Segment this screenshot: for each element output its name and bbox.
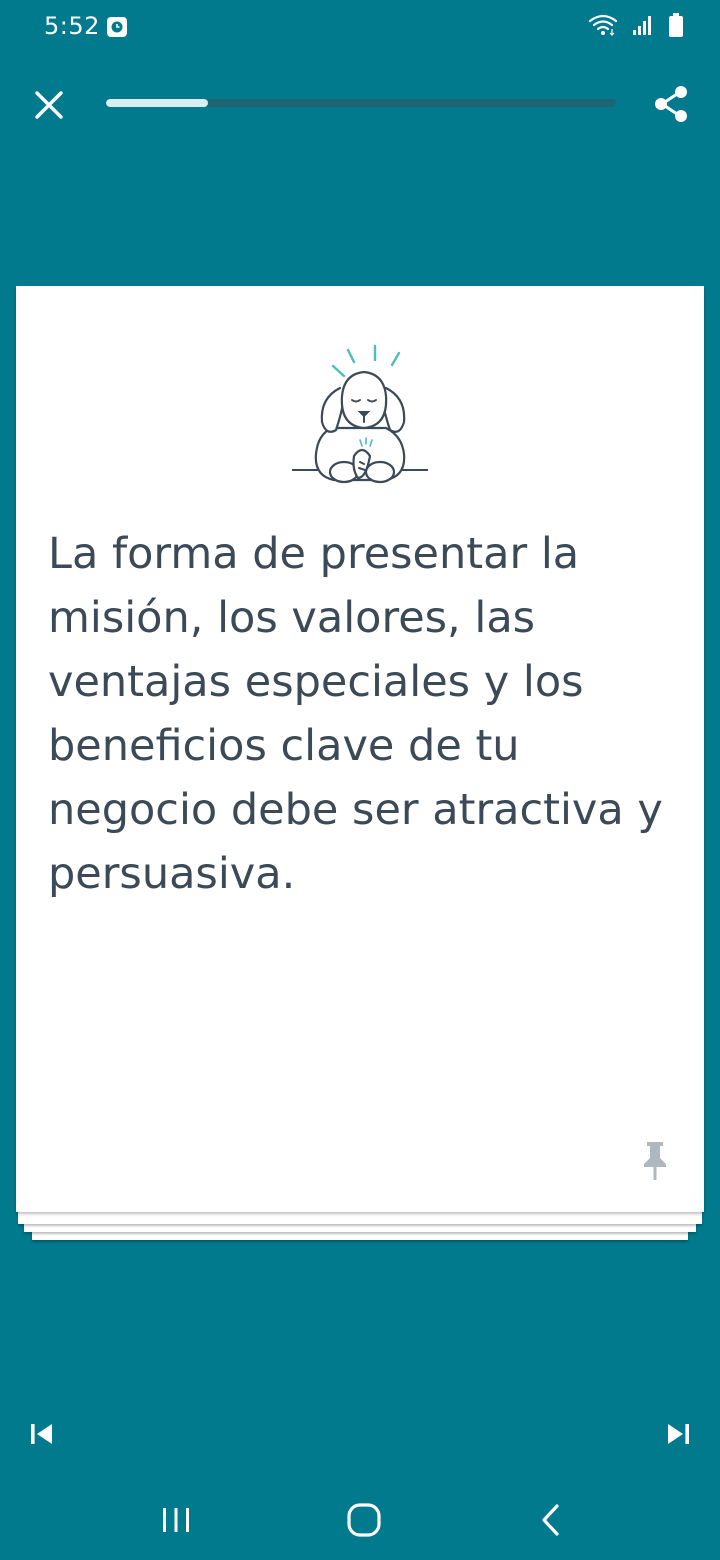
skip-previous-icon [31,1424,52,1444]
lesson-toolbar [0,70,720,138]
close-button[interactable] [30,86,68,124]
share-icon [655,86,687,122]
card-text: La forma de presentar la misión, los val… [48,529,663,899]
progress-fill [106,99,208,107]
system-navigation-bar [0,1480,720,1560]
home-icon [347,1503,381,1537]
content-card: La forma de presentar la misión, los val… [16,286,704,1212]
pin-icon [644,1142,666,1180]
home-button[interactable] [344,1500,384,1540]
pin-button[interactable] [640,1140,670,1182]
back-button[interactable] [536,1502,564,1538]
share-button[interactable] [652,84,690,124]
back-icon [542,1504,559,1536]
previous-card-button[interactable] [28,1420,56,1448]
next-card-button[interactable] [664,1420,692,1448]
alarm-app-icon [106,16,128,38]
progress-bar [106,99,616,107]
skip-next-icon [668,1424,689,1444]
close-icon [35,91,63,119]
wifi-icon [588,13,618,41]
status-time: 5:52 [44,12,100,40]
sad-dog-illustration [286,340,436,500]
battery-icon [668,12,684,42]
recent-apps-button[interactable] [158,1502,194,1538]
status-bar: 5:52 [0,0,720,56]
card-stack-layer [18,1210,702,1224]
signal-icon [632,14,654,40]
recent-apps-icon [163,1508,189,1532]
